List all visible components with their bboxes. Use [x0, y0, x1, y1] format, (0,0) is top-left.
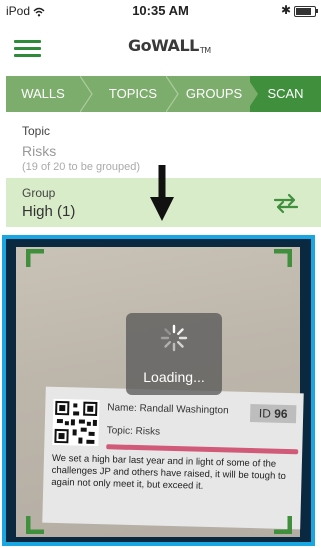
bluetooth-icon: ✱ — [281, 3, 292, 17]
scan-corner-icon — [26, 516, 44, 534]
status-bar: iPod 10:35 AM ✱ — [0, 0, 321, 22]
app-header: GoWALLTM — [0, 22, 321, 74]
nav-tabs: WALLS TOPICS GROUPS SCAN — [6, 76, 321, 112]
group-value: High (1) — [22, 203, 76, 220]
group-label: Group — [22, 186, 56, 200]
menu-icon[interactable] — [14, 40, 41, 58]
battery-icon — [294, 6, 318, 17]
topic-value: Risks — [22, 143, 57, 159]
scan-corner-icon — [26, 249, 44, 267]
tab-walls[interactable]: WALLS — [6, 76, 80, 112]
card-id-prefix: ID — [258, 406, 272, 421]
card-id-number: 96 — [273, 406, 288, 421]
card-body-text: We set a high bar last year and in light… — [51, 452, 287, 492]
card-topic: Topic: Risks — [106, 425, 161, 438]
tab-separator-icon — [246, 76, 258, 112]
card-name: Name: Randall Washington — [107, 402, 229, 417]
app-logo: GoWALLTM — [128, 36, 211, 55]
topic-label: Topic — [22, 124, 51, 138]
tab-scan[interactable]: SCAN — [250, 76, 321, 112]
spinner-icon — [160, 324, 188, 352]
tab-label: GROUPS — [185, 86, 243, 101]
down-arrow-icon — [150, 165, 174, 221]
camera-viewfinder[interactable]: Name: Randall Washington Topic: Risks ID… — [6, 239, 311, 542]
loading-overlay: Loading... — [126, 313, 222, 395]
scanned-card: Name: Randall Washington Topic: Risks ID… — [42, 386, 304, 530]
tab-label: TOPICS — [108, 86, 158, 101]
qr-code-icon — [52, 398, 100, 447]
card-divider — [106, 444, 299, 455]
tab-label: WALLS — [21, 86, 65, 101]
battery-fill — [296, 8, 311, 15]
tab-topics[interactable]: TOPICS — [92, 76, 174, 112]
clock: 10:35 AM — [132, 3, 189, 18]
card-id-badge: ID 96 — [249, 404, 297, 424]
loading-text: Loading... — [143, 369, 205, 385]
tab-groups[interactable]: GROUPS — [178, 76, 250, 112]
camera-feed: Name: Randall Washington Topic: Risks ID… — [16, 247, 304, 537]
camera-frame: Name: Randall Washington Topic: Risks ID… — [2, 235, 315, 546]
scan-corner-icon — [274, 516, 292, 534]
tab-label: SCAN — [267, 86, 304, 101]
topic-progress-note: (19 of 20 to be grouped) — [22, 161, 141, 173]
scan-corner-icon — [274, 249, 292, 267]
swap-icon[interactable] — [272, 192, 300, 214]
logo-text: GoWALL — [128, 36, 199, 55]
logo-trademark: TM — [199, 46, 211, 55]
